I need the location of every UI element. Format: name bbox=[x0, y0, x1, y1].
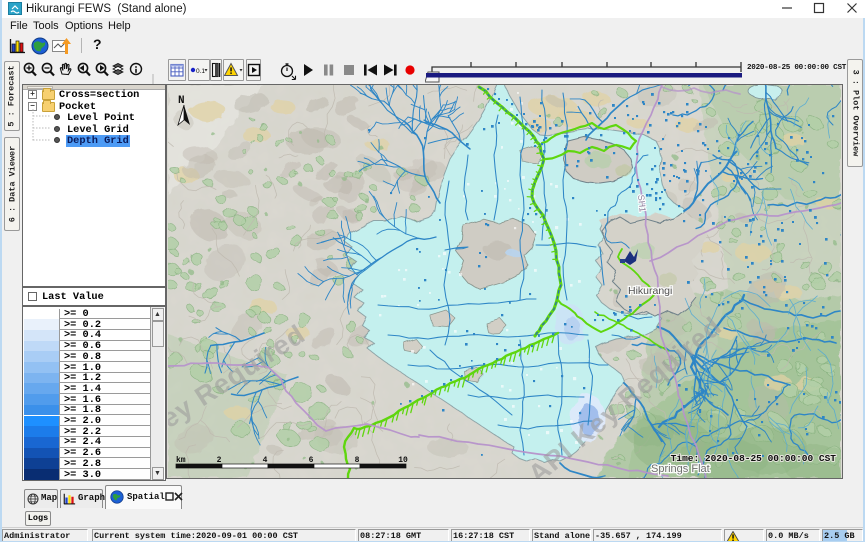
svg-text:Time: 2020-08-25 00:00:00 CST: Time: 2020-08-25 00:00:00 CST bbox=[671, 453, 837, 464]
svg-text:8: 8 bbox=[355, 456, 360, 465]
svg-text:km: km bbox=[176, 456, 186, 465]
svg-text:2: 2 bbox=[217, 456, 222, 465]
svg-text:Springs Flat: Springs Flat bbox=[651, 463, 710, 475]
svg-text:0.1: 0.1 bbox=[196, 68, 205, 75]
svg-text:6: 6 bbox=[309, 456, 314, 465]
svg-text:10: 10 bbox=[398, 456, 408, 465]
svg-text:Hikurangi: Hikurangi bbox=[628, 285, 672, 297]
svg-text:4: 4 bbox=[263, 456, 268, 465]
svg-text:SH1: SH1 bbox=[636, 194, 648, 212]
